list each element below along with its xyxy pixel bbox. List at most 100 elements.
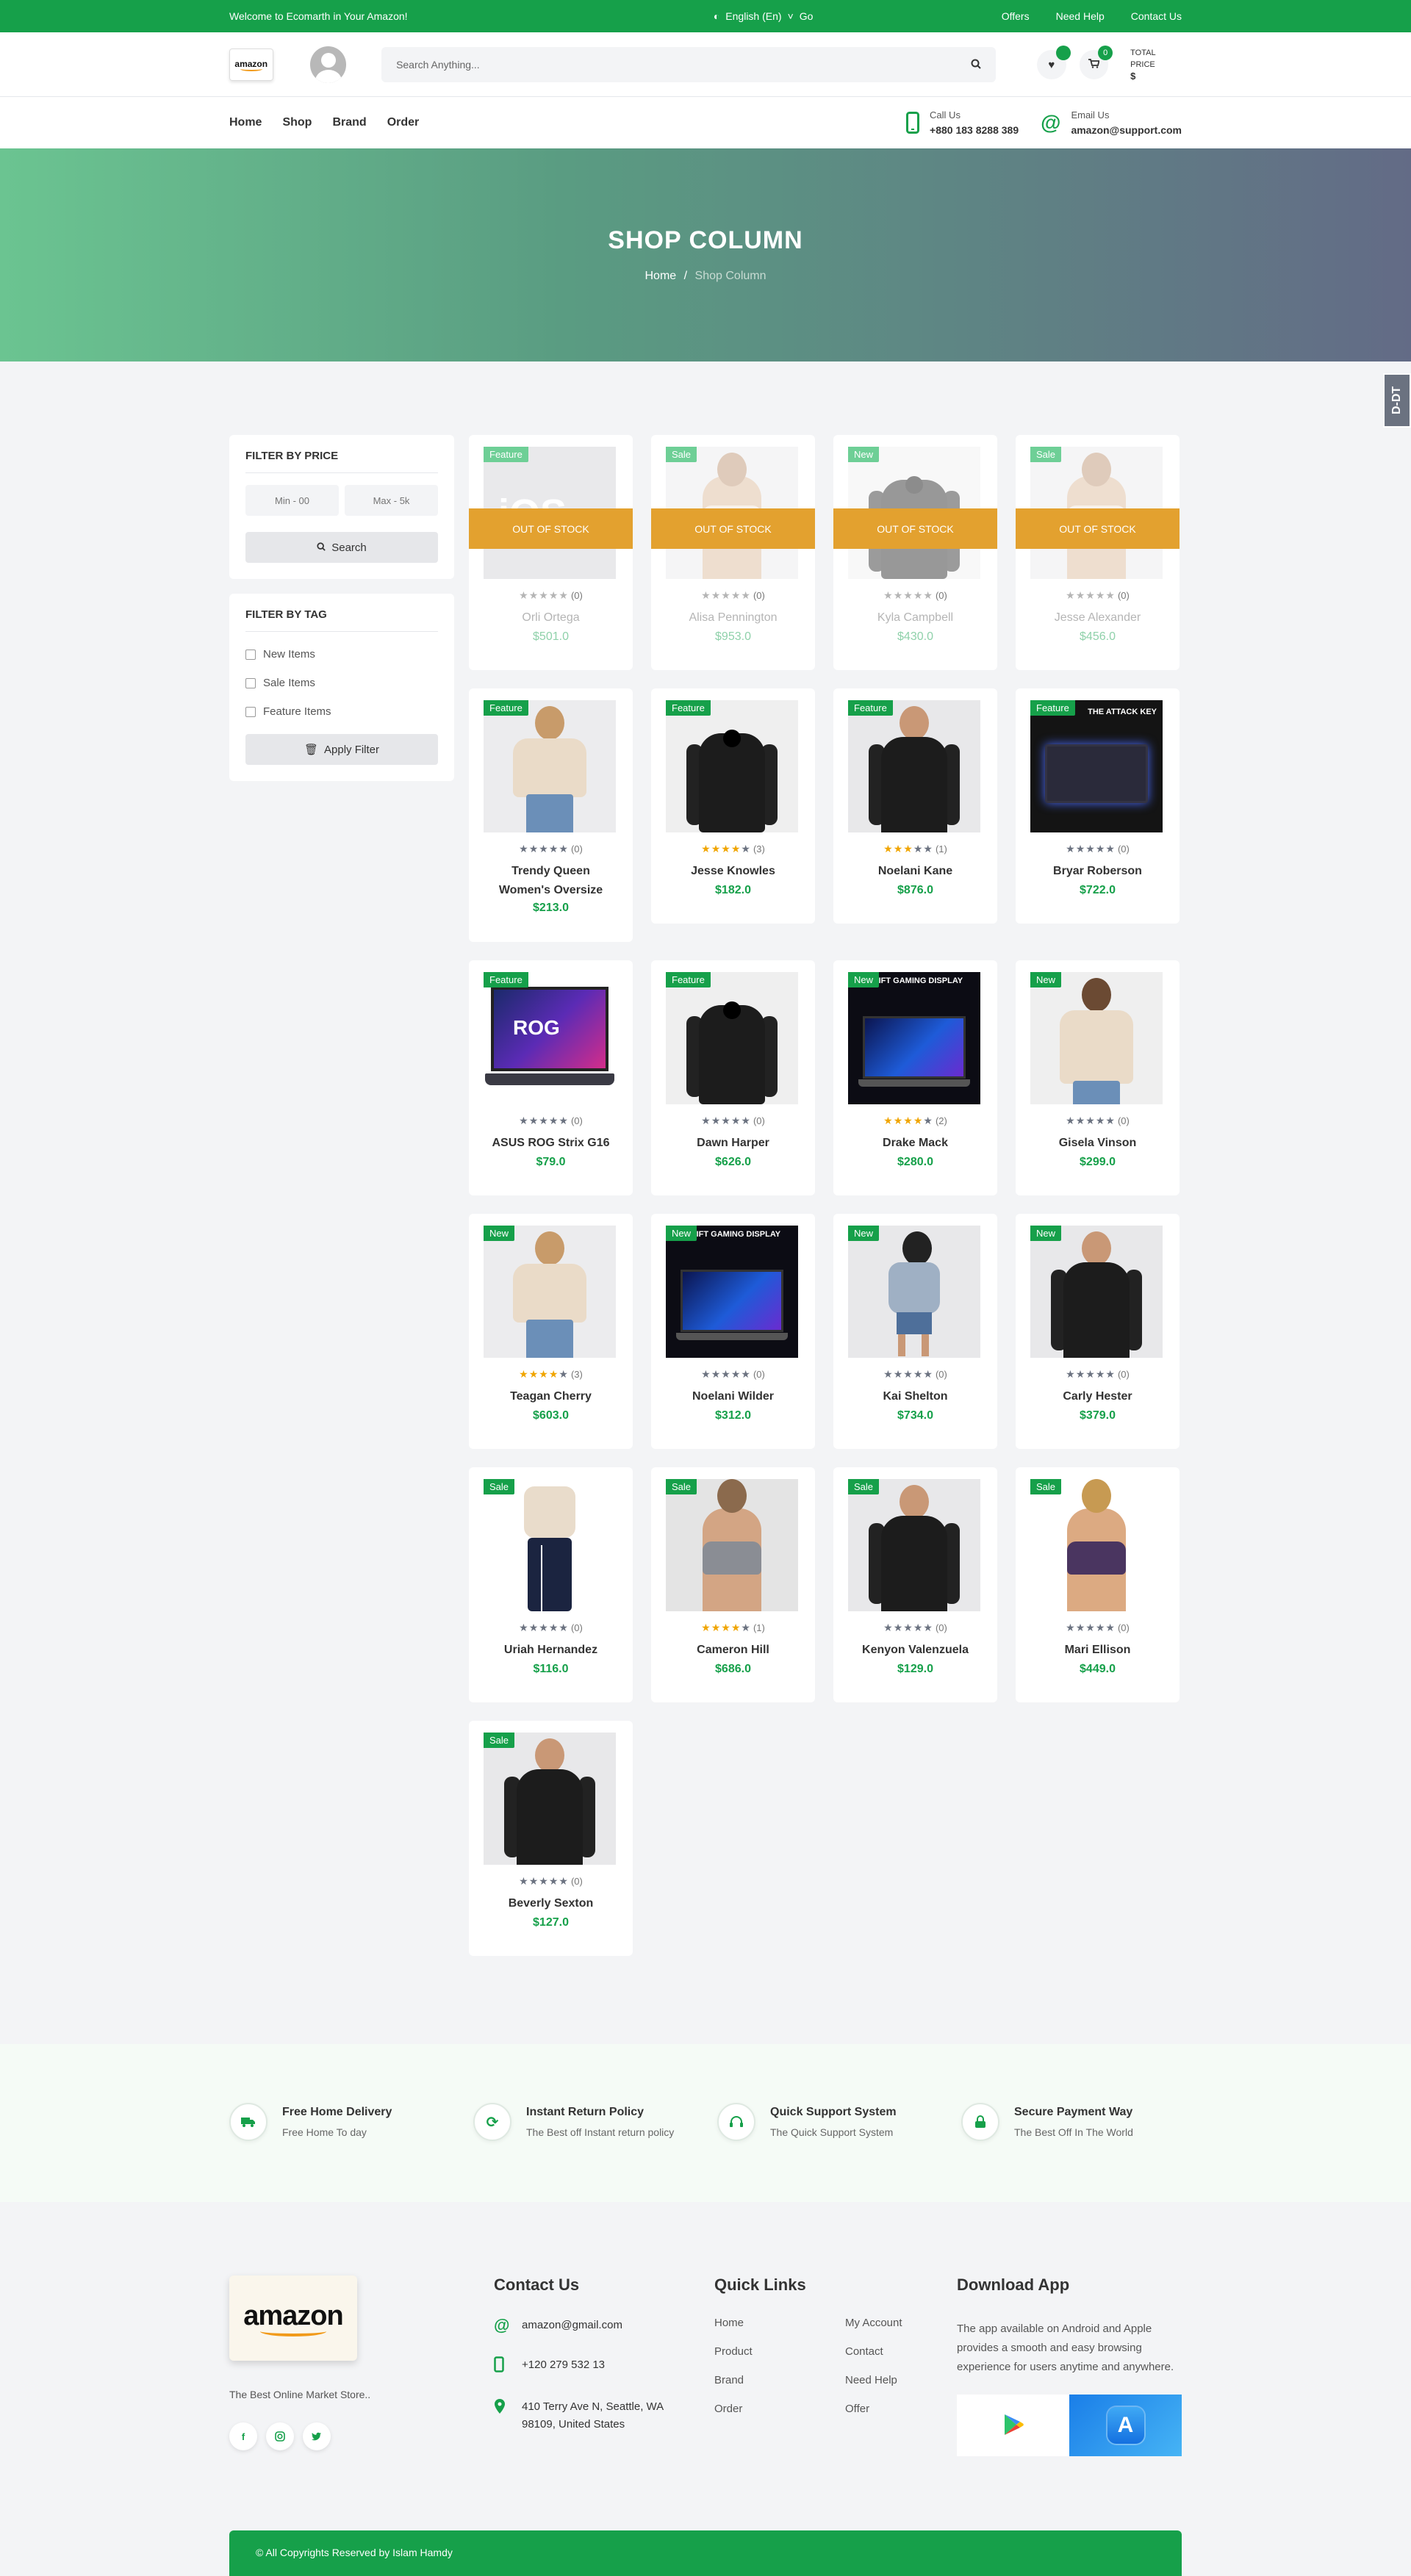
product-card[interactable]: Sale ★★★★★ (0) Beverly Sexton $127.0 — [469, 1721, 633, 1956]
footer-link-my-account[interactable]: My Account — [845, 2317, 955, 2329]
checkbox[interactable] — [245, 706, 256, 717]
product-name[interactable]: Alisa Pennington — [651, 608, 815, 627]
nav-shop[interactable]: Shop — [282, 116, 312, 129]
language-label[interactable]: English (En) — [725, 10, 781, 22]
product-image[interactable]: THE ATTACK KEY — [1030, 700, 1163, 832]
product-card[interactable]: New ★★★★★ (0) Carly Hester $379.0 — [1016, 1214, 1180, 1449]
product-image[interactable] — [666, 972, 798, 1104]
footer-link-need-help[interactable]: Need Help — [845, 2374, 955, 2386]
product-card[interactable]: Sale ★★★★★ (0) Mari Ellison $449.0 — [1016, 1467, 1180, 1702]
product-card[interactable]: SWIFT GAMING DISPLAY New ★★★★★ (2) Drake Mac… — [833, 960, 997, 1195]
max-price-input[interactable] — [345, 485, 438, 516]
product-image[interactable] — [848, 700, 980, 832]
logo[interactable]: amazon — [229, 48, 273, 81]
product-name[interactable]: Dawn Harper — [651, 1134, 815, 1153]
product-image[interactable]: SWIFT GAMING DISPLAY — [848, 972, 980, 1104]
product-image[interactable] — [484, 1479, 616, 1611]
contact-us-link[interactable]: Contact Us — [1131, 10, 1182, 22]
avatar[interactable] — [309, 46, 347, 83]
product-card[interactable]: New ★★★★★ (0) Gisela Vinson $299.0 — [1016, 960, 1180, 1195]
product-card[interactable]: Sale OUT OF STOCK ★★★★★ (0) Alisa Pennington… — [651, 435, 815, 670]
go-button[interactable]: Go — [800, 10, 814, 22]
need-help-link[interactable]: Need Help — [1056, 10, 1105, 22]
footer-link-brand[interactable]: Brand — [714, 2374, 845, 2386]
product-image[interactable] — [1030, 1479, 1163, 1611]
product-image[interactable] — [1030, 972, 1163, 1104]
product-name[interactable]: Bryar Roberson — [1016, 862, 1180, 881]
breadcrumb-home[interactable]: Home — [645, 270, 677, 282]
footer-link-contact[interactable]: Contact — [845, 2345, 955, 2358]
product-card[interactable]: ROG Feature ★★★★★ (0) ASUS ROG Strix G16 $79.… — [469, 960, 633, 1195]
tag-feature-items[interactable]: Feature Items — [245, 705, 438, 718]
product-name[interactable]: Kai Shelton — [833, 1387, 997, 1406]
product-image[interactable] — [484, 1226, 616, 1358]
product-image[interactable] — [666, 700, 798, 832]
product-name[interactable]: Cameron Hill — [651, 1641, 815, 1660]
language-selector[interactable]: ◐ English (En) ˅ Go — [714, 10, 814, 22]
product-name[interactable]: ASUS ROG Strix G16 — [469, 1134, 633, 1153]
cart-button[interactable]: 0 — [1079, 46, 1113, 79]
nav-order[interactable]: Order — [387, 116, 420, 129]
product-card[interactable]: Sale ★★★★★ (1) Cameron Hill $686.0 — [651, 1467, 815, 1702]
side-tab[interactable]: D-DT — [1383, 373, 1411, 428]
product-name[interactable]: Gisela Vinson — [1016, 1134, 1180, 1153]
checkbox[interactable] — [245, 649, 256, 660]
product-card[interactable]: Feature ★★★★★ (0) Trendy Queen Women's Over… — [469, 688, 633, 942]
product-image[interactable]: ROG — [484, 972, 616, 1104]
product-name[interactable]: Noelani Wilder — [651, 1387, 815, 1406]
search-icon[interactable] — [971, 59, 981, 71]
product-name[interactable]: Drake Mack — [833, 1134, 997, 1153]
twitter-icon[interactable] — [303, 2422, 331, 2450]
product-image[interactable] — [848, 1226, 980, 1358]
product-card[interactable]: Sale OUT OF STOCK ★★★★★ (0) Jesse Alexander $… — [1016, 435, 1180, 670]
footer-link-home[interactable]: Home — [714, 2317, 845, 2329]
product-name[interactable]: Jesse Knowles — [651, 862, 815, 881]
product-name[interactable]: Kyla Campbell — [833, 608, 997, 627]
footer-link-offer[interactable]: Offer — [845, 2403, 955, 2415]
tag-new-items[interactable]: New Items — [245, 648, 438, 661]
call-value[interactable]: +880 183 8288 389 — [930, 123, 1019, 137]
product-card[interactable]: Sale ★★★★★ (0) Uriah Hernandez $116.0 — [469, 1467, 633, 1702]
product-image[interactable] — [848, 1479, 980, 1611]
footer-link-product[interactable]: Product — [714, 2345, 845, 2358]
product-image[interactable] — [484, 700, 616, 832]
search-input[interactable] — [396, 59, 911, 71]
product-name[interactable]: Mari Ellison — [1016, 1641, 1180, 1660]
product-card[interactable]: Sale ★★★★★ (0) Kenyon Valenzuela $129.0 — [833, 1467, 997, 1702]
product-card[interactable]: SWIFT GAMING DISPLAY New ★★★★★ (0) Noelani W… — [651, 1214, 815, 1449]
product-name[interactable]: Jesse Alexander — [1016, 608, 1180, 627]
footer-email[interactable]: amazon@gmail.com — [522, 2317, 622, 2334]
product-name[interactable]: Carly Hester — [1016, 1387, 1180, 1406]
product-name[interactable]: Trendy Queen Women's Oversize — [469, 862, 633, 900]
product-card[interactable]: iOSFeatureOUT OF STOCK★★★★★(0)Orli Orteg… — [469, 435, 633, 670]
footer-logo[interactable]: amazon — [229, 2275, 357, 2361]
product-card[interactable]: New OUT OF STOCK ★★★★★ (0) Kyla Campbell $430… — [833, 435, 997, 670]
offers-link[interactable]: Offers — [1002, 10, 1030, 22]
apply-filter-button[interactable]: 🗑 Apply Filter — [245, 734, 438, 765]
app-store-button[interactable]: A — [1069, 2395, 1182, 2456]
instagram-icon[interactable] — [266, 2422, 294, 2450]
product-name[interactable]: Kenyon Valenzuela — [833, 1641, 997, 1660]
email-value[interactable]: amazon@support.com — [1071, 123, 1182, 137]
product-name[interactable]: Teagan Cherry — [469, 1387, 633, 1406]
checkbox[interactable] — [245, 677, 256, 688]
product-card[interactable]: New ★★★★★ (3) Teagan Cherry $603.0 — [469, 1214, 633, 1449]
price-search-button[interactable]: Search — [245, 532, 438, 563]
min-price-input[interactable] — [245, 485, 339, 516]
product-image[interactable]: SWIFT GAMING DISPLAY — [666, 1226, 798, 1358]
product-image[interactable] — [1030, 1226, 1163, 1358]
product-card[interactable]: New ★★★★★ (0) Kai Shelton $734.0 — [833, 1214, 997, 1449]
facebook-icon[interactable]: f — [229, 2422, 257, 2450]
product-name[interactable]: Noelani Kane — [833, 862, 997, 881]
product-name[interactable]: Orli Ortega — [469, 608, 633, 627]
product-name[interactable]: Beverly Sexton — [469, 1894, 633, 1913]
footer-link-order[interactable]: Order — [714, 2403, 845, 2415]
product-name[interactable]: Uriah Hernandez — [469, 1641, 633, 1660]
wishlist-button[interactable]: ♥ — [1037, 46, 1071, 79]
nav-brand[interactable]: Brand — [332, 116, 366, 129]
product-card[interactable]: Feature ★★★★★ (1) Noelani Kane $876.0 — [833, 688, 997, 924]
product-card[interactable]: THE ATTACK KEY Feature ★★★★★ (0) Bryar Rober… — [1016, 688, 1180, 924]
product-card[interactable]: Feature ★★★★★ (0) Dawn Harper $626.0 — [651, 960, 815, 1195]
product-image[interactable] — [666, 1479, 798, 1611]
tag-sale-items[interactable]: Sale Items — [245, 677, 438, 689]
